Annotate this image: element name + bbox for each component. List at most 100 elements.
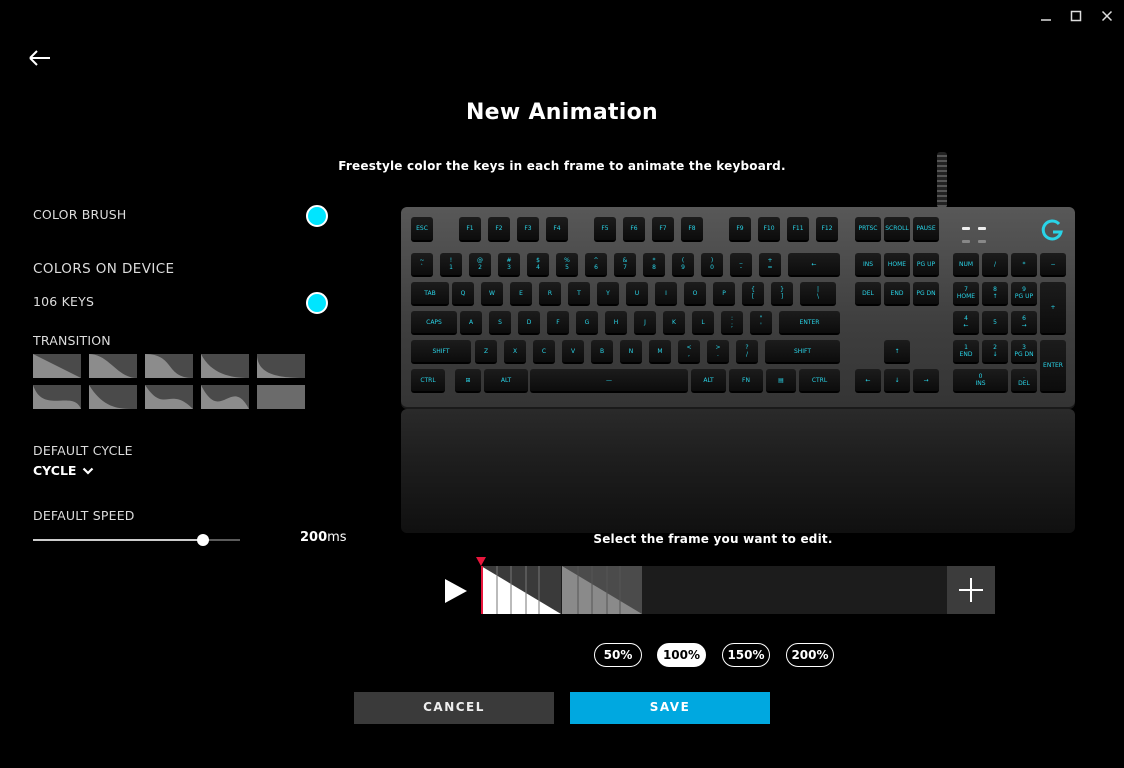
key-shift-4[interactable]: V (562, 340, 584, 364)
key-bottom-0[interactable]: CTRL (411, 369, 445, 393)
key-bottom-4[interactable]: ALT (691, 369, 726, 393)
zoom-50[interactable]: 50% (594, 643, 642, 667)
key-num-12[interactable]: + = (759, 253, 781, 277)
key-num-3[interactable]: # 3 (498, 253, 520, 277)
key-num-19[interactable]: * (1011, 253, 1037, 277)
key-top-18[interactable]: 8 ↑ (982, 282, 1008, 306)
cancel-button[interactable]: CANCEL (354, 692, 554, 724)
key-fn-8[interactable]: F8 (681, 217, 703, 242)
key-top-1[interactable]: Q (452, 282, 474, 306)
key-top-20[interactable]: + (1040, 282, 1066, 335)
key-fn-3[interactable]: F3 (517, 217, 539, 242)
transition-4-swatch[interactable] (201, 354, 249, 378)
key-bottom-8[interactable]: ← (855, 369, 881, 393)
key-shift-15[interactable]: 3 PG DN (1011, 340, 1037, 364)
key-bottom-7[interactable]: CTRL (799, 369, 840, 393)
key-shift-1[interactable]: Z (475, 340, 497, 364)
key-bottom-10[interactable]: → (913, 369, 939, 393)
key-top-17[interactable]: 7 HOME (953, 282, 979, 306)
transition-7-swatch[interactable] (89, 385, 137, 409)
key-top-0[interactable]: TAB (411, 282, 449, 306)
key-fn-12[interactable]: F12 (816, 217, 838, 242)
key-num-14[interactable]: INS (855, 253, 881, 277)
speed-slider-thumb[interactable] (196, 534, 209, 546)
key-shift-8[interactable]: < , (678, 340, 700, 364)
key-bottom-3[interactable]: — (530, 369, 688, 393)
key-num-10[interactable]: ) 0 (701, 253, 723, 277)
zoom-100[interactable]: 100% (657, 643, 706, 667)
key-shift-3[interactable]: C (533, 340, 555, 364)
back-button[interactable] (26, 44, 54, 72)
key-num-6[interactable]: ^ 6 (585, 253, 607, 277)
key-fn-0[interactable]: ESC (411, 217, 433, 242)
keys-color-swatch[interactable] (306, 292, 328, 314)
key-top-6[interactable]: Y (597, 282, 619, 306)
key-fn-1[interactable]: F1 (459, 217, 481, 242)
key-shift-6[interactable]: N (620, 340, 642, 364)
key-home-11[interactable]: " ' (750, 311, 772, 335)
key-bottom-12[interactable]: . DEL (1011, 369, 1037, 393)
key-bottom-2[interactable]: ALT (484, 369, 528, 393)
key-home-12[interactable]: ENTER (779, 311, 840, 335)
key-shift-13[interactable]: 1 END (953, 340, 979, 364)
add-frame-button[interactable] (947, 566, 995, 614)
key-shift-14[interactable]: 2 ↓ (982, 340, 1008, 364)
key-shift-16[interactable]: ENTER (1040, 340, 1066, 393)
key-home-0[interactable]: CAPS (411, 311, 457, 335)
key-shift-10[interactable]: ? / (736, 340, 758, 364)
key-home-2[interactable]: S (489, 311, 511, 335)
key-home-15[interactable]: 6 → (1011, 311, 1037, 335)
key-fn-10[interactable]: F10 (758, 217, 780, 242)
key-home-10[interactable]: : ; (721, 311, 743, 335)
key-bottom-9[interactable]: ↓ (884, 369, 910, 393)
transition-10-swatch[interactable] (257, 385, 305, 409)
key-top-14[interactable]: DEL (855, 282, 881, 306)
key-num-13[interactable]: ← (788, 253, 840, 277)
key-home-1[interactable]: A (460, 311, 482, 335)
key-top-3[interactable]: E (510, 282, 532, 306)
key-top-12[interactable]: } ] (771, 282, 793, 306)
key-home-4[interactable]: F (547, 311, 569, 335)
transition-2-swatch[interactable] (89, 354, 137, 378)
key-num-7[interactable]: & 7 (614, 253, 636, 277)
key-num-11[interactable]: _ - (730, 253, 752, 277)
key-home-8[interactable]: K (663, 311, 685, 335)
transition-1-swatch[interactable] (33, 354, 81, 378)
key-shift-0[interactable]: SHIFT (411, 340, 471, 364)
key-fn-4[interactable]: F4 (546, 217, 568, 242)
key-shift-9[interactable]: > . (707, 340, 729, 364)
key-top-8[interactable]: I (655, 282, 677, 306)
maximize-button[interactable] (1065, 6, 1087, 26)
key-top-10[interactable]: P (713, 282, 735, 306)
key-num-1[interactable]: ! 1 (440, 253, 462, 277)
key-bottom-1[interactable]: ⊞ (455, 369, 481, 393)
zoom-200[interactable]: 200% (786, 643, 834, 667)
key-bottom-11[interactable]: 0 INS (953, 369, 1008, 393)
play-button[interactable] (443, 578, 469, 604)
key-top-7[interactable]: U (626, 282, 648, 306)
key-fn-14[interactable]: SCROLL (884, 217, 910, 242)
key-top-13[interactable]: | \ (800, 282, 836, 306)
transition-6-swatch[interactable] (33, 385, 81, 409)
key-top-4[interactable]: R (539, 282, 561, 306)
key-fn-2[interactable]: F2 (488, 217, 510, 242)
transition-5-swatch[interactable] (257, 354, 305, 378)
key-shift-7[interactable]: M (649, 340, 671, 364)
key-fn-9[interactable]: F9 (729, 217, 751, 242)
key-top-11[interactable]: { [ (742, 282, 764, 306)
key-num-16[interactable]: PG UP (913, 253, 939, 277)
key-top-2[interactable]: W (481, 282, 503, 306)
key-shift-11[interactable]: SHIFT (765, 340, 840, 364)
zoom-150[interactable]: 150% (722, 643, 770, 667)
key-fn-15[interactable]: PAUSE (913, 217, 939, 242)
key-fn-5[interactable]: F5 (594, 217, 616, 242)
key-home-9[interactable]: L (692, 311, 714, 335)
cycle-dropdown[interactable]: CYCLE (33, 463, 94, 478)
key-fn-6[interactable]: F6 (623, 217, 645, 242)
key-fn-13[interactable]: PRTSC (855, 217, 881, 242)
key-top-15[interactable]: END (884, 282, 910, 306)
key-home-5[interactable]: G (576, 311, 598, 335)
key-home-14[interactable]: 5 (982, 311, 1008, 335)
key-top-9[interactable]: O (684, 282, 706, 306)
close-button[interactable] (1096, 6, 1118, 26)
